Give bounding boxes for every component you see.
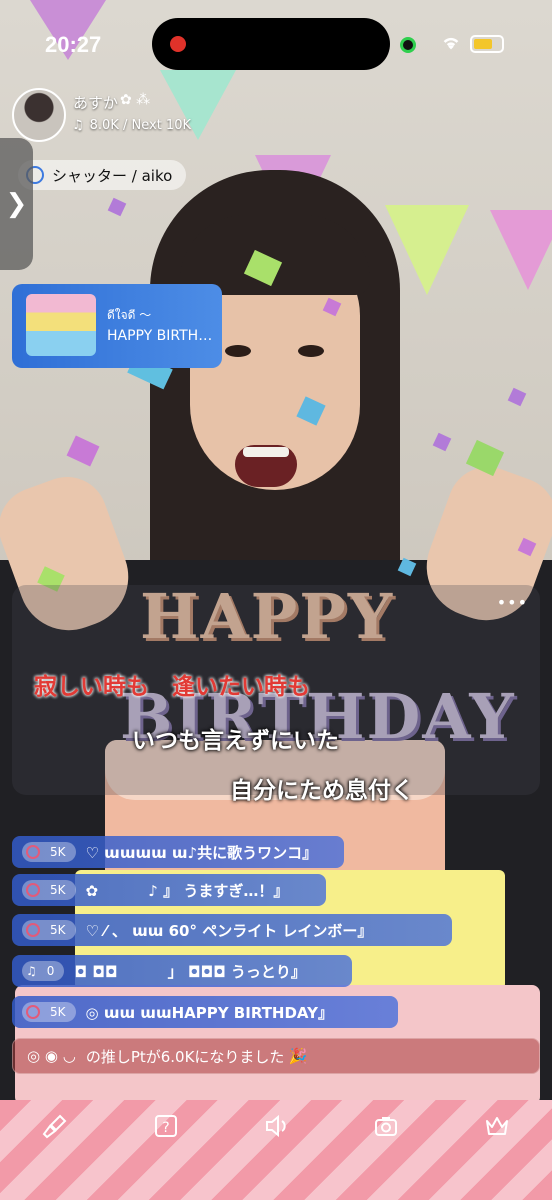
- support-badge: ♫ 0: [22, 961, 65, 981]
- recording-indicator-icon: [170, 36, 186, 52]
- badge-value: 5K: [50, 1005, 66, 1019]
- mic-button[interactable]: [38, 1109, 72, 1143]
- comment-text: ◎ ɯɯ ɯɯHAPPY BIRTHDAY』: [85, 1003, 333, 1022]
- badge-value: 5K: [50, 845, 66, 859]
- eye: [298, 345, 324, 357]
- battery-level: [474, 39, 493, 49]
- comment-item[interactable]: 5K ♡ ɯɯɯɯ ɯ♪共に歌うワンコ』: [12, 836, 344, 868]
- battery-icon: [470, 35, 504, 53]
- heart-ring-icon: [26, 923, 40, 937]
- system-message: ◎ ◉ ◡ の推しPtが6.0Kになりました 🎉: [12, 1038, 540, 1074]
- camera-flip-icon: [375, 1117, 398, 1136]
- comment-item[interactable]: ♫ 0 ◘ ◘◘ 」 ◘◘◘ うっとり』: [12, 955, 352, 987]
- crown-button[interactable]: [480, 1109, 514, 1143]
- clock: 20:27: [45, 32, 102, 57]
- mouth: [235, 445, 297, 487]
- badge-value: 5K: [50, 923, 66, 937]
- lyric-line-next: いつも言えずにいた: [132, 728, 339, 754]
- badge-value: 0: [46, 964, 55, 978]
- music-note-icon: ♫: [72, 118, 84, 133]
- points-label: 8.0K / Next 10K: [89, 118, 191, 133]
- streamer-avatar[interactable]: [12, 88, 66, 142]
- comment-item[interactable]: 5K ◎ ɯɯ ɯɯHAPPY BIRTHDAY』: [12, 996, 398, 1028]
- streamer-name[interactable]: あすか: [73, 92, 118, 113]
- song-label: シャッター / aiko: [52, 166, 173, 185]
- more-options-icon[interactable]: •••: [497, 593, 528, 612]
- mic-icon: [42, 1114, 67, 1139]
- help-button[interactable]: ?: [149, 1109, 183, 1143]
- bunting-flag: [490, 210, 552, 290]
- heart-ring-icon: [26, 1005, 40, 1019]
- lyric-line-following: 自分にため息付く: [230, 778, 414, 804]
- comment-text: ✿ ♪ 』 うますぎ…！』: [85, 881, 289, 900]
- dynamic-island: [152, 18, 390, 70]
- bottom-toolbar: ?: [0, 1104, 552, 1148]
- gift-title: HAPPY BIRTHD…: [107, 328, 222, 344]
- music-note-icon: ♫: [26, 964, 37, 978]
- side-panel-toggle[interactable]: ❯: [0, 138, 33, 270]
- gift-banner[interactable]: ดีใจดี ～ HAPPY BIRTHD…: [12, 284, 222, 368]
- svg-text:?: ?: [162, 1120, 169, 1136]
- chevron-right-icon: ❯: [5, 189, 28, 219]
- user-avatar-icon: ◎ ◉ ◡: [27, 1047, 76, 1065]
- system-message-text: の推しPtが6.0Kになりました: [85, 1047, 285, 1066]
- comment-item[interactable]: 5K ♡ ⁄ 、 ɯɯ 60° ペンライト レインボー』: [12, 914, 452, 946]
- crown-icon: [485, 1117, 508, 1135]
- camera-indicator-icon: [400, 37, 416, 53]
- party-popper-icon: 🎉: [288, 1047, 308, 1065]
- heart-ring-icon: [26, 845, 40, 859]
- support-badge: 5K: [22, 1002, 76, 1022]
- wifi-icon: [443, 37, 459, 50]
- cake-gift-thumbnail: [26, 294, 96, 356]
- comment-item[interactable]: 5K ✿ ♪ 』 うますぎ…！』: [12, 874, 326, 906]
- speaker-icon: [265, 1114, 286, 1138]
- badge-value: 5K: [50, 883, 66, 897]
- lyric-line-current: 寂しい時も 逢いたい時も: [34, 674, 310, 700]
- speaker-button[interactable]: [259, 1109, 293, 1143]
- status-bar: 20:27: [0, 0, 552, 80]
- support-badge: 5K: [22, 842, 76, 862]
- help-icon: ?: [154, 1115, 177, 1137]
- streamer-points: ♫ 8.0K / Next 10K: [72, 118, 191, 133]
- comment-text: ◘ ◘◘ 」 ◘◘◘ うっとり』: [74, 962, 306, 981]
- person-bangs: [180, 215, 370, 295]
- eye: [225, 345, 251, 357]
- camera-flip-button[interactable]: [369, 1109, 403, 1143]
- lyrics-panel: ••• 寂しい時も 逢いたい時も いつも言えずにいた 自分にため息付く: [12, 585, 540, 804]
- heart-ring-icon: [26, 883, 40, 897]
- streamer-badges: ✿ ⁂: [120, 92, 151, 108]
- comment-text: ♡ ⁄ 、 ɯɯ 60° ペンライト レインボー』: [85, 921, 373, 940]
- support-badge: 5K: [22, 880, 76, 900]
- song-chip[interactable]: シャッター / aiko: [18, 160, 187, 190]
- comment-text: ♡ ɯɯɯɯ ɯ♪共に歌うワンコ』: [85, 843, 318, 862]
- support-badge: 5K: [22, 920, 76, 940]
- gift-sender: ดีใจดี ～: [107, 308, 152, 322]
